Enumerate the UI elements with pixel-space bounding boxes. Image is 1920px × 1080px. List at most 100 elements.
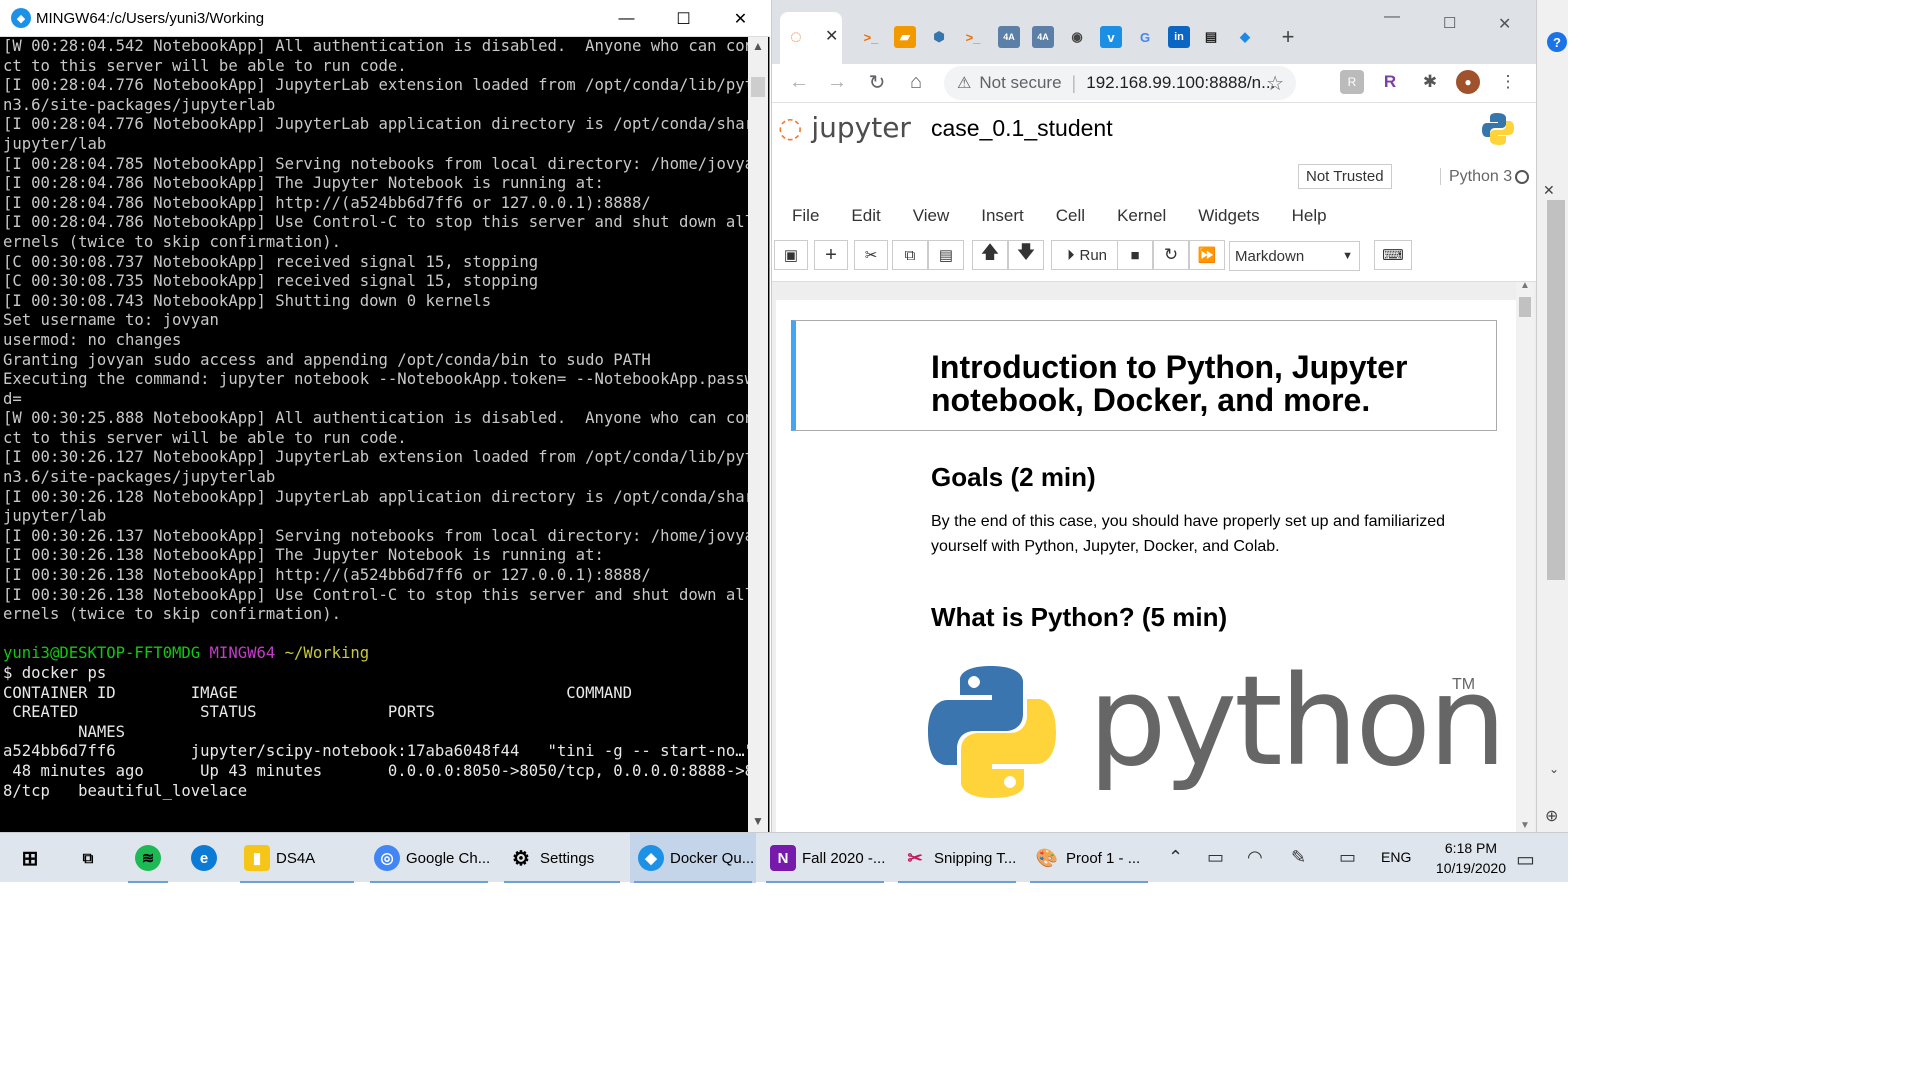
- forward-icon[interactable]: →: [822, 64, 852, 100]
- cell-type-select[interactable]: Markdown ▼: [1229, 241, 1360, 271]
- taskbar-chrome[interactable]: ◎ Google Ch...: [366, 833, 492, 883]
- taskbar-label: Docker Qu...: [670, 849, 755, 867]
- vimeo-tab-icon[interactable]: v: [1100, 26, 1122, 48]
- menu-file[interactable]: File: [792, 206, 819, 226]
- keyboard-icon[interactable]: ⌨: [1374, 240, 1412, 270]
- diamond-tab-icon[interactable]: ◆: [1234, 26, 1256, 48]
- trusted-indicator[interactable]: Not Trusted: [1298, 164, 1392, 189]
- display-icon[interactable]: ▭: [1339, 847, 1356, 868]
- help-icon[interactable]: ?: [1547, 32, 1567, 52]
- edge-button[interactable]: e: [180, 833, 228, 883]
- tab-strip[interactable]: ◌ ✕ >_ ▰ ⬢ >_ 4A 4A ◉ v G in ▤ ◆ + — ☐ ✕: [772, 0, 1536, 64]
- maximize-button[interactable]: ☐: [655, 0, 712, 37]
- task-view-button[interactable]: ⧉: [66, 833, 110, 883]
- browser-close-icon[interactable]: ✕: [1498, 14, 1511, 34]
- scroll-thumb[interactable]: [751, 77, 765, 97]
- restart-run-all-icon[interactable]: ⏩: [1189, 240, 1225, 270]
- profile-avatar[interactable]: ●: [1456, 70, 1480, 94]
- linkedin-tab-icon[interactable]: in: [1168, 26, 1190, 48]
- menu-kebab-icon[interactable]: ⋮: [1496, 70, 1520, 94]
- taskbar-snipping[interactable]: ✂ Snipping T...: [894, 833, 1020, 883]
- terminal-tab-icon-2[interactable]: >_: [962, 26, 984, 48]
- ds4a-tab-icon[interactable]: 4A: [998, 26, 1020, 48]
- taskbar-onenote[interactable]: N Fall 2020 -...: [762, 833, 888, 883]
- google-tab-icon[interactable]: G: [1134, 26, 1156, 48]
- extension-purple-r-icon[interactable]: R: [1378, 70, 1402, 94]
- kernel-name[interactable]: Python 3: [1440, 168, 1512, 186]
- notebook-scrollbar[interactable]: ▲ ▼: [1516, 280, 1534, 833]
- taskbar-proof[interactable]: 🎨 Proof 1 - ...: [1026, 833, 1152, 883]
- browser-minimize-icon[interactable]: —: [1384, 8, 1400, 26]
- terminal-tab-icon[interactable]: >_: [860, 26, 882, 48]
- back-icon[interactable]: ←: [784, 64, 814, 100]
- terminal-scrollbar[interactable]: ▲ ▼: [748, 37, 768, 832]
- notification-icon[interactable]: ▭: [1516, 847, 1535, 872]
- close-button[interactable]: ✕: [712, 0, 769, 37]
- terminal-window[interactable]: ◆ MINGW64:/c/Users/yuni3/Working — ☐ ✕ […: [0, 0, 770, 832]
- insert-cell-icon[interactable]: +: [814, 240, 848, 270]
- menu-edit[interactable]: Edit: [851, 206, 880, 226]
- browser-maximize-icon[interactable]: ☐: [1443, 14, 1456, 32]
- language-indicator[interactable]: ENG: [1381, 849, 1411, 865]
- terminal-line: [I 00:30:26.138 NotebookApp] http://(a52…: [3, 566, 651, 585]
- reload-icon[interactable]: ↻: [862, 64, 892, 100]
- notebook-page[interactable]: Introduction to Python, Jupyter notebook…: [776, 300, 1516, 833]
- extensions-puzzle-icon[interactable]: ✱: [1418, 70, 1442, 94]
- chevron-down-icon[interactable]: ⌄: [1549, 762, 1559, 776]
- interrupt-icon[interactable]: ■: [1117, 240, 1153, 270]
- background-scroll-thumb[interactable]: [1547, 200, 1565, 580]
- zoom-plus-icon[interactable]: ⊕: [1545, 806, 1558, 826]
- menu-cell[interactable]: Cell: [1056, 206, 1085, 226]
- close-panel-icon[interactable]: ✕: [1543, 182, 1555, 199]
- menu-view[interactable]: View: [913, 206, 950, 226]
- address-bar[interactable]: ⚠ Not secure | 192.168.99.100:8888/n... …: [944, 66, 1296, 100]
- terminal-output[interactable]: [W 00:28:04.542 NotebookApp] All authent…: [3, 37, 748, 832]
- tray-chevron-up-icon[interactable]: ⌃: [1168, 847, 1183, 868]
- background-window-edge[interactable]: ? ✕ ⋮ ⌄ ⊕: [1536, 0, 1568, 832]
- menu-help[interactable]: Help: [1292, 206, 1327, 226]
- menu-widgets[interactable]: Widgets: [1198, 206, 1259, 226]
- move-up-icon[interactable]: 🡅: [972, 240, 1008, 270]
- copy-icon[interactable]: ⧉: [892, 240, 928, 270]
- paste-icon[interactable]: ▤: [928, 240, 964, 270]
- cut-icon[interactable]: ✂: [854, 240, 888, 270]
- start-button[interactable]: ⊞: [8, 833, 52, 883]
- menu-kernel[interactable]: Kernel: [1117, 206, 1166, 226]
- save-icon[interactable]: ▣: [774, 240, 808, 270]
- taskbar-settings[interactable]: ⚙ Settings: [500, 833, 624, 883]
- terminal-titlebar[interactable]: ◆ MINGW64:/c/Users/yuni3/Working — ☐ ✕: [0, 0, 770, 37]
- ds4a-tab-icon-2[interactable]: 4A: [1032, 26, 1054, 48]
- url-text[interactable]: 192.168.99.100:8888/n...: [1086, 73, 1275, 93]
- taskbar-docker[interactable]: ◆ Docker Qu...: [630, 833, 756, 883]
- notebook-area[interactable]: Introduction to Python, Jupyter notebook…: [772, 280, 1536, 833]
- tab-jupyter[interactable]: ◌ ✕: [780, 12, 842, 64]
- scroll-down-icon[interactable]: ▼: [752, 814, 764, 828]
- jupyter-logo[interactable]: ◌ jupyter: [778, 111, 911, 144]
- move-down-icon[interactable]: 🡇: [1008, 240, 1044, 270]
- clock[interactable]: 6:18 PM 10/19/2020: [1436, 838, 1506, 878]
- scroll-down-icon[interactable]: ▼: [1520, 820, 1530, 831]
- reader-tab-icon[interactable]: ▤: [1200, 26, 1222, 48]
- pen-icon[interactable]: ✎: [1291, 847, 1306, 868]
- globe-tab-icon[interactable]: ◉: [1066, 26, 1088, 48]
- notebook-name[interactable]: case_0.1_student: [931, 115, 1113, 142]
- python-tab-icon[interactable]: ⬢: [928, 26, 950, 48]
- scroll-up-icon[interactable]: ▲: [1520, 280, 1530, 291]
- extension-r-icon[interactable]: R: [1340, 70, 1364, 94]
- menu-insert[interactable]: Insert: [981, 206, 1024, 226]
- run-button[interactable]: ⏵ Run: [1051, 240, 1123, 270]
- bookmark-star-icon[interactable]: ☆: [1266, 71, 1284, 96]
- new-tab-icon[interactable]: +: [1277, 24, 1299, 49]
- wifi-icon[interactable]: ◠: [1247, 847, 1263, 868]
- restart-icon[interactable]: ↻: [1153, 240, 1189, 270]
- home-icon[interactable]: ⌂: [901, 64, 931, 100]
- browser-window[interactable]: ◌ ✕ >_ ▰ ⬢ >_ 4A 4A ◉ v G in ▤ ◆ + — ☐ ✕…: [771, 0, 1536, 833]
- minimize-button[interactable]: —: [598, 0, 655, 37]
- taskbar-ds4a[interactable]: ▮ DS4A: [236, 833, 358, 883]
- scroll-up-icon[interactable]: ▲: [752, 39, 764, 53]
- notebook-scroll-thumb[interactable]: [1519, 297, 1531, 317]
- spotify-button[interactable]: ≋: [124, 833, 172, 883]
- battery-icon[interactable]: ▭: [1207, 847, 1224, 868]
- book-tab-icon[interactable]: ▰: [894, 26, 916, 48]
- tab-close-icon[interactable]: ✕: [825, 26, 838, 46]
